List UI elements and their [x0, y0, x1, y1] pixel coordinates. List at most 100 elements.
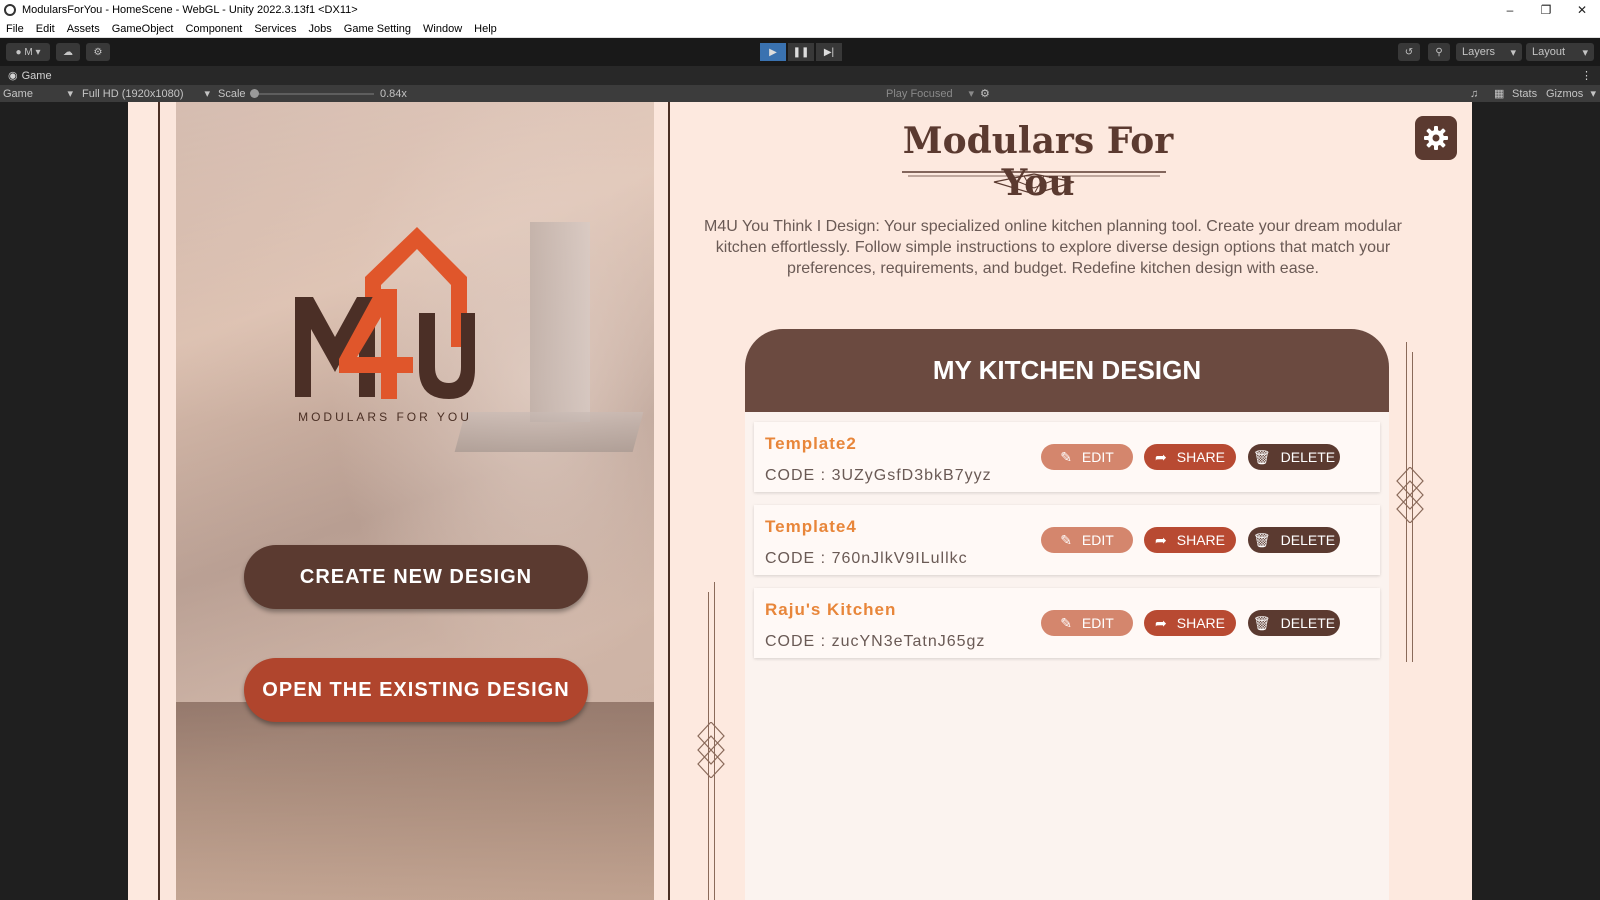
menu-services[interactable]: Services — [248, 23, 302, 35]
layers-dropdown[interactable]: Layers ▾ — [1456, 43, 1522, 61]
chevron-down-icon: ▾ — [1590, 88, 1596, 100]
diamond-ornament — [1396, 467, 1424, 523]
create-new-design-button[interactable]: CREATE NEW DESIGN — [244, 545, 588, 609]
share-button[interactable]: ➦ SHARE — [1144, 444, 1236, 470]
account-icon: ● — [15, 46, 25, 58]
menu-edit[interactable]: Edit — [30, 23, 61, 35]
delete-button[interactable]: 🗑 DELETE — [1248, 444, 1340, 470]
bug-icon[interactable]: ⚙ — [980, 85, 990, 102]
tab-game[interactable]: ◉ Game — [0, 69, 60, 83]
scale-value: 0.84x — [380, 87, 407, 100]
chevron-down-icon: ▾ — [1582, 46, 1588, 59]
design-name: Template2 — [765, 434, 857, 453]
stats-button[interactable]: Stats — [1512, 85, 1537, 102]
share-button[interactable]: ➦ SHARE — [1144, 610, 1236, 636]
step-button[interactable]: ▶| — [816, 43, 842, 61]
mute-audio-icon[interactable]: ♫ — [1470, 85, 1478, 102]
counter-decor — [176, 702, 654, 900]
chevron-down-icon: ▾ — [1510, 46, 1516, 59]
design-code: CODE : 760nJlkV9ILullkc — [765, 550, 968, 567]
design-name: Raju's Kitchen — [765, 600, 897, 619]
chevron-down-icon: ▾ — [204, 88, 210, 100]
m4u-logo — [295, 227, 475, 399]
gamepad-icon: ◉ — [8, 70, 18, 82]
grid-icon[interactable]: ▦ — [1494, 85, 1504, 102]
chevron-down-icon: ▾ — [67, 88, 73, 100]
display-dropdown[interactable]: Game ▾ — [3, 85, 73, 102]
design-row: Template2 CODE : 3UZyGsfD3bkB7yyz ✎ EDIT … — [754, 422, 1380, 492]
game-viewport: MODULARS FOR YOU CREATE NEW DESIGN OPEN … — [0, 102, 1600, 900]
settings-button[interactable] — [1415, 116, 1457, 160]
scale-slider-handle[interactable] — [250, 89, 259, 98]
game-tab-row: ◉ Game ⋮ — [0, 66, 1600, 85]
pencil-icon: ✎ — [1060, 448, 1072, 465]
menu-help[interactable]: Help — [468, 23, 503, 35]
open-existing-design-button[interactable]: OPEN THE EXISTING DESIGN — [244, 658, 588, 722]
layout-dropdown[interactable]: Layout ▾ — [1526, 43, 1594, 61]
range-hood-decor — [530, 222, 590, 422]
design-name: Template4 — [765, 517, 857, 536]
trash-icon: 🗑 — [1252, 531, 1271, 548]
pencil-icon: ✎ — [1060, 531, 1072, 548]
game-screen: MODULARS FOR YOU CREATE NEW DESIGN OPEN … — [128, 102, 1472, 900]
play-controls: ▶ ❚❚ ▶| — [760, 43, 842, 61]
play-mode-dropdown[interactable]: Play Focused ▾ — [886, 85, 974, 102]
pencil-icon: ✎ — [1060, 614, 1072, 631]
account-dropdown[interactable]: ● M ▾ — [6, 43, 50, 61]
app-description: M4U You Think I Design: Your specialized… — [704, 218, 1402, 277]
menu-jobs[interactable]: Jobs — [303, 23, 338, 35]
minimize-icon[interactable]: – — [1492, 0, 1528, 20]
pause-icon: ❚❚ — [792, 46, 810, 58]
cloud-icon[interactable]: ☁ — [56, 43, 80, 61]
restore-icon[interactable]: ❐ — [1528, 0, 1564, 20]
edit-button[interactable]: ✎ EDIT — [1041, 527, 1133, 553]
scale-slider[interactable] — [254, 93, 374, 95]
step-icon: ▶| — [823, 46, 835, 58]
design-row: Template4 CODE : 760nJlkV9ILullkc ✎ EDIT … — [754, 505, 1380, 575]
delete-button[interactable]: 🗑 DELETE — [1248, 610, 1340, 636]
menu-assets[interactable]: Assets — [61, 23, 106, 35]
menu-game-setting[interactable]: Game Setting — [338, 23, 417, 35]
window-title: ModularsForYou - HomeScene - WebGL - Uni… — [22, 4, 358, 16]
gear-icon — [1424, 126, 1448, 150]
design-code: CODE : 3UZyGsfD3bkB7yyz — [765, 467, 992, 484]
menu-component[interactable]: Component — [179, 23, 248, 35]
edit-button[interactable]: ✎ EDIT — [1041, 610, 1133, 636]
pause-button[interactable]: ❚❚ — [788, 43, 814, 61]
search-icon[interactable]: ⚲ — [1428, 43, 1450, 61]
unity-icon — [4, 4, 16, 16]
panel-title: MY KITCHEN DESIGN — [745, 329, 1389, 412]
gizmos-dropdown[interactable]: Gizmos ▾ — [1546, 85, 1596, 102]
menu-window[interactable]: Window — [417, 23, 468, 35]
resolution-dropdown[interactable]: Full HD (1920x1080) ▾ — [82, 85, 210, 102]
delete-button[interactable]: 🗑 DELETE — [1248, 527, 1340, 553]
diamond-ornament — [697, 722, 725, 778]
play-icon: ▶ — [769, 46, 777, 58]
history-icon[interactable]: ↺ — [1398, 43, 1420, 61]
trash-icon: 🗑 — [1252, 614, 1271, 631]
menu-file[interactable]: File — [0, 23, 30, 35]
close-icon[interactable]: ✕ — [1564, 0, 1600, 20]
window-titlebar: ModularsForYou - HomeScene - WebGL - Uni… — [0, 0, 1600, 20]
design-code: CODE : zucYN3eTatnJ65gz — [765, 633, 986, 650]
scale-label: Scale — [218, 87, 246, 100]
edit-button[interactable]: ✎ EDIT — [1041, 444, 1133, 470]
logo-tagline: MODULARS FOR YOU — [298, 410, 472, 424]
chevron-down-icon: ▾ — [968, 88, 974, 100]
menu-gameobject[interactable]: GameObject — [106, 23, 180, 35]
play-button[interactable]: ▶ — [760, 43, 786, 61]
design-row: Raju's Kitchen CODE : zucYN3eTatnJ65gz ✎… — [754, 588, 1380, 658]
share-icon: ➦ — [1155, 448, 1167, 465]
more-options-icon[interactable]: ⋮ — [1581, 69, 1592, 82]
game-controls: Game ▾ Full HD (1920x1080) ▾ Scale 0.84x P… — [0, 85, 1600, 102]
left-panel: MODULARS FOR YOU CREATE NEW DESIGN OPEN … — [158, 102, 670, 900]
menu-bar: File Edit Assets GameObject Component Se… — [0, 20, 1600, 38]
collab-icon[interactable]: ⚙ — [86, 43, 110, 61]
my-kitchen-design-panel: MY KITCHEN DESIGN Template2 CODE : 3UZyG… — [745, 329, 1389, 900]
title-ornament — [902, 171, 1166, 196]
trash-icon: 🗑 — [1252, 448, 1271, 465]
editor-toolbar: ● M ▾ ☁ ⚙ ▶ ❚❚ ▶| ↺ ⚲ Layers ▾ Layout ▾ — [0, 38, 1600, 66]
share-button[interactable]: ➦ SHARE — [1144, 527, 1236, 553]
share-icon: ➦ — [1155, 614, 1167, 631]
share-icon: ➦ — [1155, 531, 1167, 548]
